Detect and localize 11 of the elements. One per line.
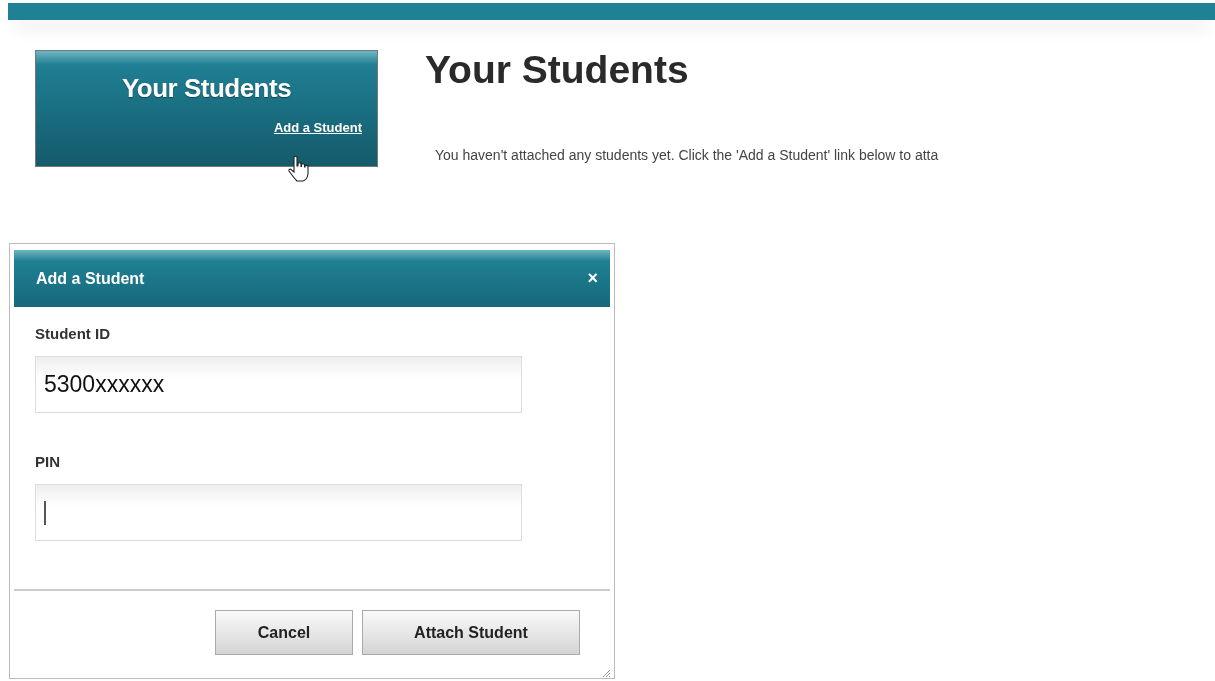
close-button[interactable]: ×	[587, 268, 598, 289]
field-label: PIN	[35, 453, 61, 470]
dialog-button[interactable]: Attach Student	[362, 610, 580, 655]
page-heading: Your Students	[425, 48, 690, 92]
field-label: Student ID	[35, 325, 111, 342]
input-field[interactable]: 5300xxxxxx	[35, 356, 522, 413]
empty-message: You haven't attached any students yet. Click the 'Add a Student' link below to atta	[435, 147, 939, 163]
panel-title: Your Students	[120, 73, 293, 104]
dialog-title: Add a Student	[36, 269, 145, 288]
dialog-button[interactable]: Cancel	[215, 610, 353, 655]
add-student-link[interactable]: Add a Student	[273, 120, 362, 135]
